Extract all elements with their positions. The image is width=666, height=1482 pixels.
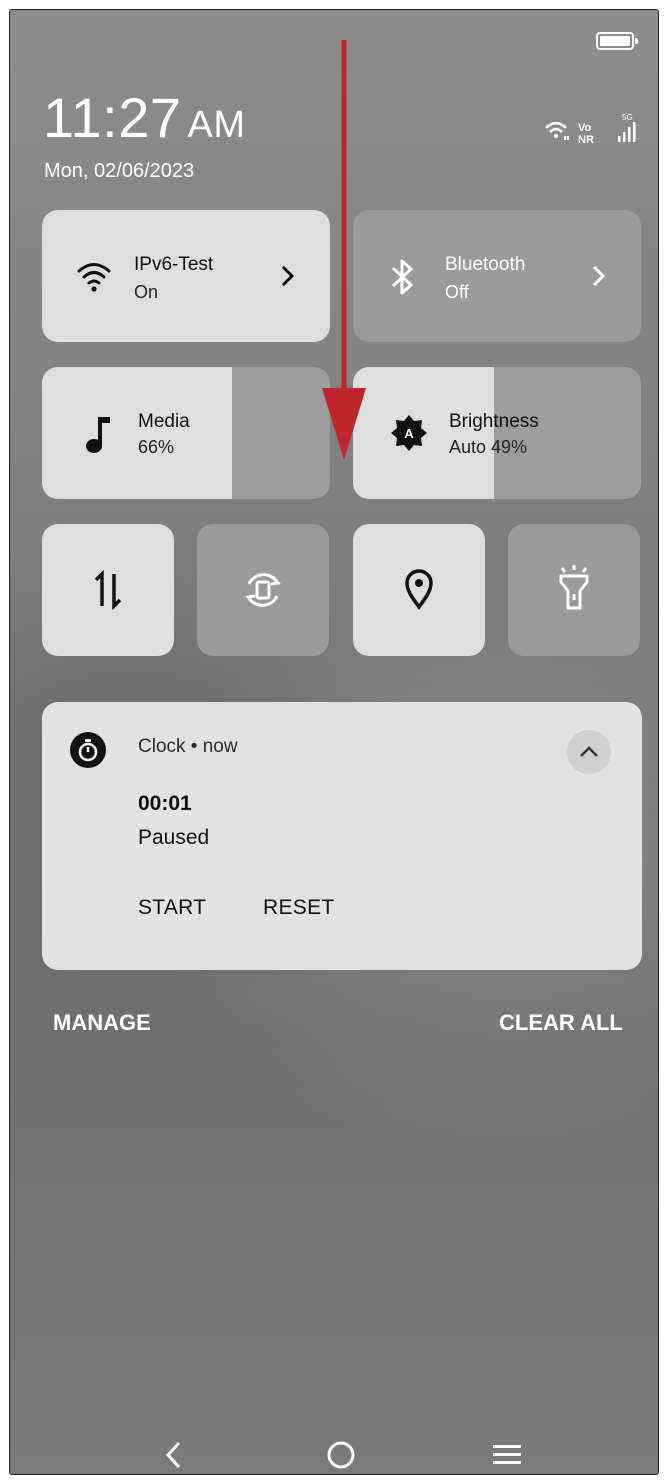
auto-rotate-icon xyxy=(245,573,281,607)
media-value: 66% xyxy=(138,437,175,457)
svg-text:NR: NR xyxy=(578,134,594,146)
clock-date[interactable]: Mon, 02/06/2023 xyxy=(44,160,194,183)
data-transfer-icon xyxy=(94,570,122,610)
manage-button[interactable]: MANAGE xyxy=(53,1010,151,1036)
wifi-network-name: IPv6-Test xyxy=(134,254,214,275)
clear-all-button[interactable]: CLEAR ALL xyxy=(499,1010,623,1036)
back-icon xyxy=(165,1441,181,1469)
brightness-slider[interactable]: A Brightness Auto 49% xyxy=(353,367,641,499)
stopwatch-time: 00:01 xyxy=(138,792,192,815)
media-title: Media xyxy=(138,411,190,432)
auto-rotate-toggle[interactable] xyxy=(197,524,329,656)
navigation-bar xyxy=(10,1430,658,1474)
back-button[interactable] xyxy=(144,1430,204,1474)
bluetooth-icon xyxy=(391,259,413,295)
location-pin-icon xyxy=(405,569,433,610)
chevron-right-icon[interactable] xyxy=(589,264,609,288)
wifi-icon xyxy=(545,121,569,140)
wifi-tile[interactable]: IPv6-Test On xyxy=(42,210,330,342)
clock-ampm: AM xyxy=(187,104,246,146)
svg-text:5G: 5G xyxy=(622,113,633,122)
menu-button[interactable] xyxy=(477,1430,537,1474)
home-icon xyxy=(327,1441,355,1469)
bluetooth-title: Bluetooth xyxy=(445,254,526,275)
stopwatch-icon xyxy=(70,732,106,768)
clock-notification[interactable]: Clock • now 00:01 Paused START RESET xyxy=(42,702,642,970)
chevron-right-icon[interactable] xyxy=(278,264,298,288)
media-volume-slider[interactable]: Media 66% xyxy=(42,367,330,499)
brightness-auto-icon: A xyxy=(391,415,427,451)
flashlight-toggle[interactable] xyxy=(508,524,640,656)
brightness-slider-track xyxy=(494,367,641,499)
start-button[interactable]: START xyxy=(138,896,206,920)
music-note-icon xyxy=(86,417,110,453)
media-slider-fill xyxy=(42,367,233,499)
wifi-icon xyxy=(77,263,111,292)
notification-shade: 11:27 AM Mon, 02/06/2023 Vo NR 5G IPv6-T… xyxy=(9,9,659,1475)
battery-icon xyxy=(596,32,638,50)
location-toggle[interactable] xyxy=(353,524,485,656)
reset-button[interactable]: RESET xyxy=(263,896,335,920)
vonr-icon: Vo NR xyxy=(578,122,594,146)
collapse-button[interactable] xyxy=(567,730,611,774)
home-button[interactable] xyxy=(311,1430,371,1474)
bluetooth-status: Off xyxy=(445,282,469,302)
svg-text:Vo: Vo xyxy=(578,122,592,134)
signal-5g-icon: 5G xyxy=(618,113,636,142)
menu-icon xyxy=(493,1445,521,1464)
status-icons: Vo NR 5G xyxy=(545,113,636,146)
stopwatch-state: Paused xyxy=(138,826,210,849)
brightness-value: Auto 49% xyxy=(449,437,528,457)
notification-app-name: Clock • now xyxy=(138,736,238,757)
media-slider-track xyxy=(232,367,330,499)
bluetooth-tile[interactable]: Bluetooth Off xyxy=(353,210,641,342)
chevron-up-icon xyxy=(580,746,598,757)
brightness-title: Brightness xyxy=(449,411,539,432)
mobile-data-toggle[interactable] xyxy=(42,524,174,656)
svg-text:A: A xyxy=(404,426,414,441)
flashlight-icon xyxy=(559,565,589,610)
clock-hours: 11:27 xyxy=(43,86,182,149)
clock-time[interactable]: 11:27 AM xyxy=(43,88,245,155)
wifi-status: On xyxy=(134,282,159,302)
